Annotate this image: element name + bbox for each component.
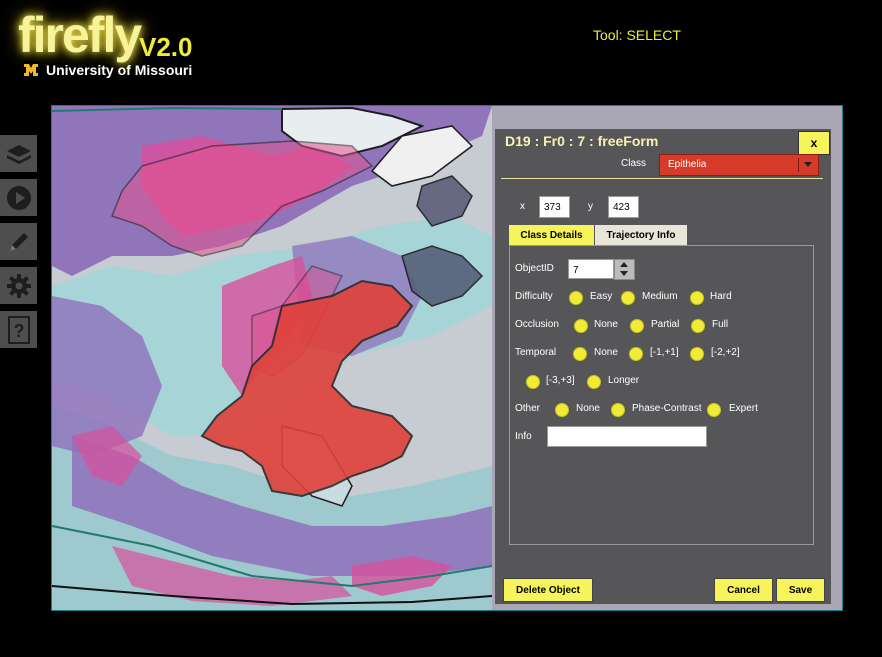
- dropdown-separator: [798, 158, 799, 172]
- layers-icon: [6, 144, 31, 164]
- other-phase-contrast-radio[interactable]: [611, 403, 625, 417]
- delete-object-button[interactable]: Delete Object: [503, 578, 593, 602]
- class-label: Class: [621, 158, 647, 169]
- object-id-label: ObjectID: [515, 263, 554, 274]
- university-name: University of Missouri: [46, 62, 193, 78]
- difficulty-hard-label: Hard: [710, 291, 732, 302]
- logo-wordmark: firefly: [18, 7, 142, 63]
- save-button[interactable]: Save: [776, 578, 825, 602]
- difficulty-easy-label: Easy: [590, 291, 613, 302]
- stepper-up-icon[interactable]: [620, 262, 628, 267]
- occlusion-full-label: Full: [712, 319, 729, 330]
- close-button[interactable]: x: [798, 131, 830, 155]
- y-label: y: [588, 201, 593, 212]
- other-phase-contrast-label: Phase-Contrast: [632, 403, 702, 414]
- occlusion-full-radio[interactable]: [691, 319, 705, 333]
- occlusion-partial-label: Partial: [651, 319, 680, 330]
- other-expert-radio[interactable]: [707, 403, 721, 417]
- object-id-field[interactable]: 7: [568, 259, 614, 279]
- help-icon: ?: [7, 315, 30, 344]
- stepper-down-icon[interactable]: [620, 271, 628, 276]
- svg-text:?: ?: [13, 321, 24, 341]
- temporal-longer-radio[interactable]: [587, 375, 601, 389]
- cancel-button[interactable]: Cancel: [714, 578, 773, 602]
- difficulty-hard-radio[interactable]: [690, 291, 704, 305]
- tab-trajectory-info[interactable]: Trajectory Info: [595, 225, 687, 245]
- play-icon: [6, 185, 31, 210]
- occlusion-none-radio[interactable]: [574, 319, 588, 333]
- difficulty-medium-radio[interactable]: [621, 291, 635, 305]
- class-details-content: ObjectID 7 Difficulty Easy Medium Hard O…: [509, 245, 814, 545]
- logo-version: V2.0: [139, 32, 193, 62]
- chevron-down-icon: [804, 162, 812, 167]
- difficulty-label: Difficulty: [515, 291, 553, 302]
- layers-button[interactable]: [0, 135, 37, 172]
- temporal-1-radio[interactable]: [629, 347, 643, 361]
- mizzou-m-icon: [22, 61, 40, 79]
- panel-title: D19 : Fr0 : 7 : freeForm: [505, 133, 659, 149]
- info-label: Info: [515, 431, 532, 442]
- settings-button[interactable]: [0, 267, 37, 304]
- x-label: x: [520, 201, 525, 212]
- temporal-3-radio[interactable]: [526, 375, 540, 389]
- temporal-none-label: None: [594, 347, 618, 358]
- other-label: Other: [515, 403, 541, 414]
- left-toolbar: ?: [0, 135, 37, 355]
- other-none-radio[interactable]: [555, 403, 569, 417]
- other-none-label: None: [576, 403, 600, 414]
- temporal-2-label: [-2,+2]: [711, 347, 740, 358]
- x-field[interactable]: 373: [539, 196, 570, 218]
- temporal-none-radio[interactable]: [573, 347, 587, 361]
- temporal-3-label: [-3,+3]: [546, 375, 575, 386]
- divider: [501, 178, 823, 179]
- y-field[interactable]: 423: [608, 196, 639, 218]
- help-button[interactable]: ?: [0, 311, 37, 348]
- temporal-1-label: [-1,+1]: [650, 347, 679, 358]
- info-field[interactable]: [547, 426, 707, 447]
- occlusion-partial-radio[interactable]: [630, 319, 644, 333]
- temporal-2-radio[interactable]: [690, 347, 704, 361]
- tool-status: Tool: SELECT: [593, 27, 681, 43]
- difficulty-medium-label: Medium: [642, 291, 678, 302]
- draw-button[interactable]: [0, 223, 37, 260]
- tab-class-details[interactable]: Class Details: [509, 225, 594, 245]
- other-expert-label: Expert: [729, 403, 758, 414]
- temporal-label: Temporal: [515, 347, 557, 358]
- class-dropdown[interactable]: Epithelia: [659, 154, 819, 176]
- university-row: University of Missouri: [22, 61, 192, 79]
- object-editor-panel: D19 : Fr0 : 7 : freeForm x Class Epithel…: [495, 129, 831, 604]
- occlusion-label: Occlusion: [515, 319, 559, 330]
- play-button[interactable]: [0, 179, 37, 216]
- class-dropdown-value: Epithelia: [668, 159, 707, 170]
- pencil-icon: [9, 232, 28, 251]
- occlusion-none-label: None: [594, 319, 618, 330]
- gear-icon: [6, 273, 31, 298]
- object-id-stepper[interactable]: [614, 259, 635, 280]
- temporal-longer-label: Longer: [608, 375, 640, 386]
- difficulty-easy-radio[interactable]: [569, 291, 583, 305]
